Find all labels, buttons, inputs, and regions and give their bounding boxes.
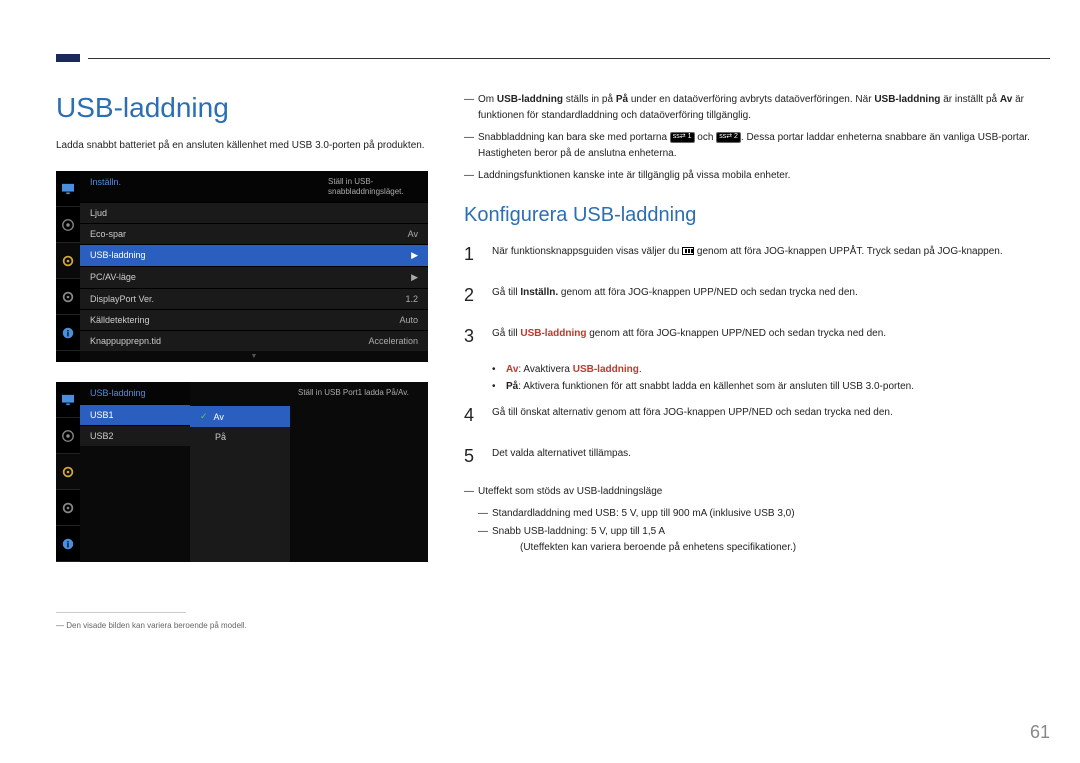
bullet-pa: På: Aktivera funktionen för att snabbt l… — [506, 381, 914, 392]
tail-note-1: Uteffekt som stöds av USB-laddningsläge — [478, 484, 662, 500]
menu-icon — [682, 247, 694, 255]
picture-icon — [56, 418, 80, 454]
osd-row: USB2 — [80, 425, 190, 446]
top-notes: ―Om USB-laddning ställs in på På under e… — [464, 92, 1050, 184]
intro-text: Ladda snabbt batteriet på en ansluten kä… — [56, 138, 428, 153]
tail-note-3: Snabb USB-laddning: 5 V, upp till 1,5 A(… — [492, 524, 796, 556]
osd2-popup: ✓Av På — [190, 406, 290, 562]
scroll-down-icon: ▼ — [80, 351, 428, 362]
ss-badge-2: ss⇄ 2 — [716, 132, 741, 142]
page-number: 61 — [1030, 722, 1050, 743]
note-3: Laddningsfunktionen kanske inte är tillg… — [478, 168, 790, 184]
note-2: Snabbladdning kan bara ske med portarna … — [478, 130, 1050, 162]
step-1: När funktionsknappsguiden visas väljer d… — [492, 241, 1050, 268]
svg-text:i: i — [67, 539, 69, 549]
osd-row: Knappupprepn.tidAcceleration — [80, 330, 428, 351]
brightness-icon — [56, 171, 80, 207]
popup-row-selected: ✓Av — [190, 406, 290, 427]
page-title: USB-laddning — [56, 92, 428, 124]
brightness-icon — [56, 382, 80, 418]
osd-screenshot-2: i USB-laddning USB1 USB2 ✓Av På Ställ in… — [56, 382, 428, 562]
osd-screenshot-1: i Inställn. Ställ in USB-snabbladdningsl… — [56, 171, 428, 362]
check-icon: ✓ — [200, 411, 208, 422]
svg-text:i: i — [67, 328, 69, 338]
step-5: Det valda alternativet tillämpas. — [492, 443, 1050, 470]
info-icon: i — [56, 526, 80, 562]
ss-badge-1: ss⇄ 1 — [670, 132, 695, 142]
settings-icon — [56, 243, 80, 279]
step-list: 1När funktionsknappsguiden visas väljer … — [464, 241, 1050, 350]
footnote-rule — [56, 612, 186, 613]
osd1-hint: Ställ in USB-snabbladdningsläget. — [328, 177, 418, 196]
tail-notes: ―Uteffekt som stöds av USB-laddningsläge… — [464, 484, 1050, 556]
bullet-av: Av: Avaktivera USB-laddning. — [506, 364, 642, 375]
info-icon: i — [56, 315, 80, 351]
settings-icon — [56, 454, 80, 490]
osd-row: KälldetekteringAuto — [80, 309, 428, 330]
picture-icon — [56, 207, 80, 243]
step-num: 4 — [464, 402, 492, 429]
tail-note-2: Standardladdning med USB: 5 V, upp till … — [492, 506, 795, 522]
header-accent — [56, 54, 80, 62]
osd-row: PC/AV-läge▶ — [80, 266, 428, 288]
section-title: Konfigurera USB-laddning — [464, 204, 1050, 227]
header-rule — [88, 58, 1050, 59]
step-num: 5 — [464, 443, 492, 470]
step-2: Gå till Inställn. genom att föra JOG-kna… — [492, 282, 1050, 309]
right-column: ―Om USB-laddning ställs in på På under e… — [464, 92, 1050, 630]
osd-row-selected: USB-laddning▶ — [80, 244, 428, 266]
osd2-title: USB-laddning — [90, 388, 146, 398]
step-3: Gå till USB-laddning genom att föra JOG-… — [492, 323, 1050, 350]
osd-row-selected: USB1 — [80, 404, 190, 425]
settings-icon-2 — [56, 279, 80, 315]
popup-row: På — [190, 427, 290, 447]
osd-sidebar: i — [56, 171, 80, 362]
step-4: Gå till önskat alternativ genom att föra… — [492, 402, 1050, 429]
step-num: 3 — [464, 323, 492, 350]
footnote: ― Den visade bilden kan variera beroende… — [56, 621, 428, 630]
step-num: 2 — [464, 282, 492, 309]
settings-icon-2 — [56, 490, 80, 526]
left-column: USB-laddning Ladda snabbt batteriet på e… — [56, 92, 428, 630]
osd-sidebar: i — [56, 382, 80, 562]
osd2-hint: Ställ in USB Port1 ladda På/Av. — [290, 382, 428, 562]
sub-bullets: •Av: Avaktivera USB-laddning. •På: Aktiv… — [492, 364, 1050, 392]
note-1: Om USB-laddning ställs in på På under en… — [478, 92, 1050, 124]
osd-row: Eco-sparAv — [80, 223, 428, 244]
osd-row: DisplayPort Ver.1.2 — [80, 288, 428, 309]
osd-row: Ljud — [80, 202, 428, 223]
step-num: 1 — [464, 241, 492, 268]
osd1-title: Inställn. — [90, 177, 121, 196]
